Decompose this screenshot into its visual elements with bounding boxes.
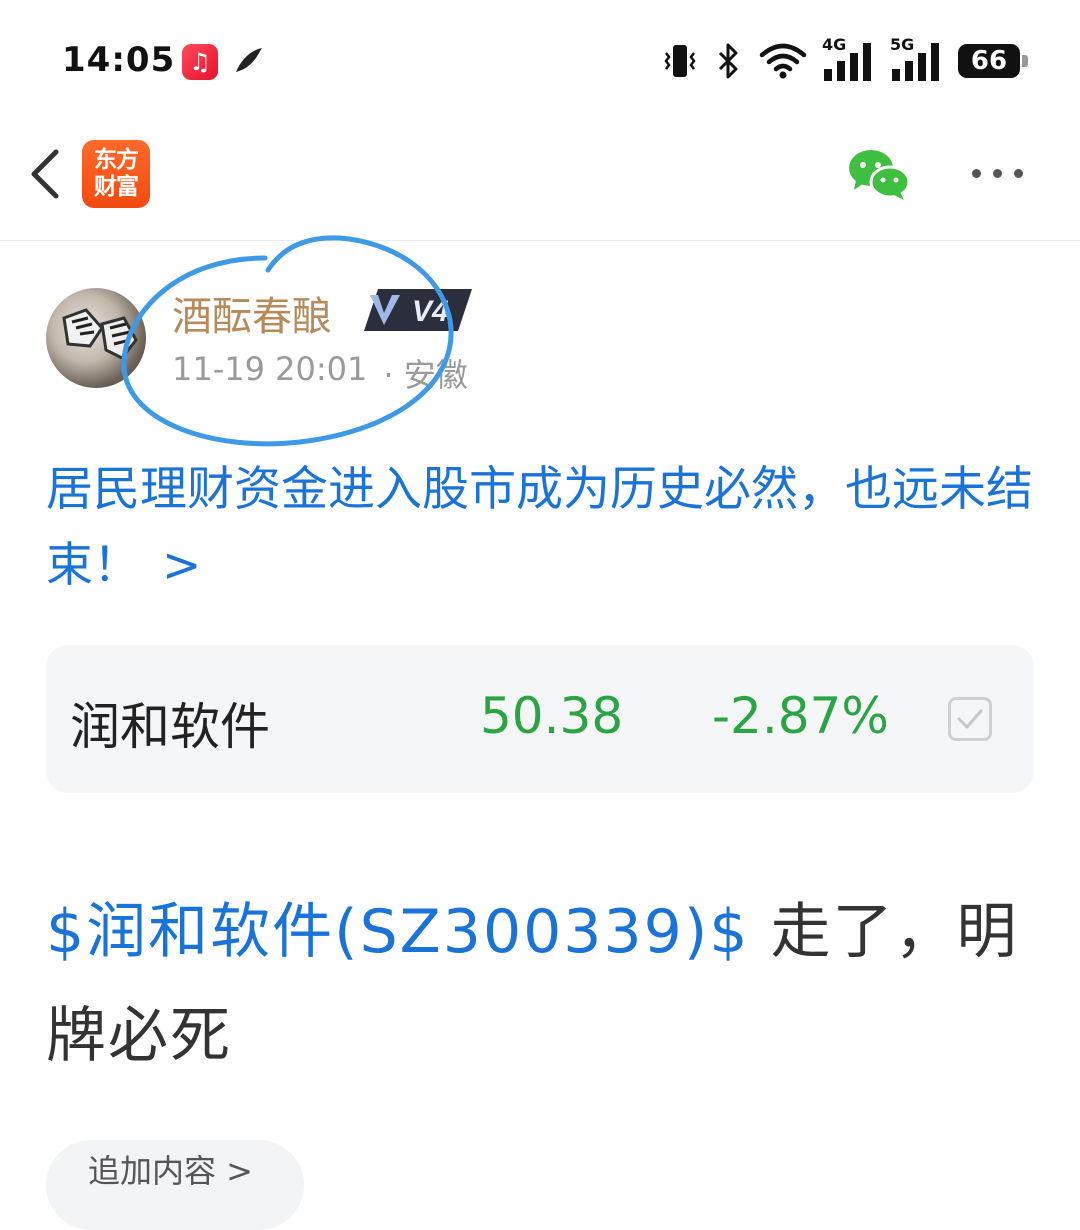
post-timestamp: 11-19 20:01 <box>172 350 368 388</box>
music-app-icon: ♫ <box>182 44 218 80</box>
battery-icon: 66 <box>958 44 1028 78</box>
post-location: · 安徽 <box>383 356 468 394</box>
signal-5g-icon: 5G <box>890 35 944 83</box>
avatar-image <box>62 308 138 360</box>
bluetooth-icon <box>718 43 738 79</box>
wifi-icon <box>759 43 807 79</box>
status-right-icons: 4G 5G 66 <box>660 35 1028 84</box>
wechat-icon[interactable] <box>846 146 912 202</box>
check-icon <box>957 709 983 729</box>
level-badge: V4 <box>360 287 474 333</box>
app-logo[interactable]: 东方 财富 <box>82 140 150 208</box>
more-icon[interactable] <box>972 158 1032 188</box>
headline-arrow: > <box>162 538 202 593</box>
headline-link[interactable]: 居民理财资金进入股市成为历史必然，也远未结束！ > <box>46 452 1036 604</box>
post-body: $润和软件(SZ300339)$ 走了，明牌必死 <box>46 880 1046 1088</box>
avatar[interactable] <box>46 288 146 388</box>
stock-name: 润和软件 <box>70 698 270 756</box>
logo-line-2: 财富 <box>94 174 139 200</box>
stock-card[interactable]: 润和软件 50.38 -2.87% <box>46 645 1034 793</box>
stock-tag-link[interactable]: $润和软件(SZ300339)$ <box>46 897 749 967</box>
status-time: 14:05 <box>62 40 176 80</box>
annotation-circle <box>121 235 454 447</box>
username[interactable]: 酒酝春酿 <box>172 284 332 342</box>
nav-bar: 东方 财富 <box>0 120 1080 241</box>
post-meta: 11-19 20:01 · 安徽 <box>172 350 468 396</box>
logo-line-1: 东方 <box>94 147 139 173</box>
feather-app-icon <box>236 48 262 72</box>
stock-price: 50.38 <box>480 687 624 745</box>
signal-4g-icon: 4G <box>822 35 876 83</box>
back-icon[interactable] <box>22 144 66 204</box>
add-watchlist-checkbox[interactable] <box>948 697 992 741</box>
vibrate-icon <box>664 45 696 77</box>
status-bar: 14:05 ♫ 4G 5G 66 <box>0 0 1080 120</box>
add-content-button[interactable]: 追加内容 > <box>46 1140 304 1230</box>
stock-change: -2.87% <box>712 687 889 745</box>
level-badge-text: V4 <box>412 295 449 328</box>
